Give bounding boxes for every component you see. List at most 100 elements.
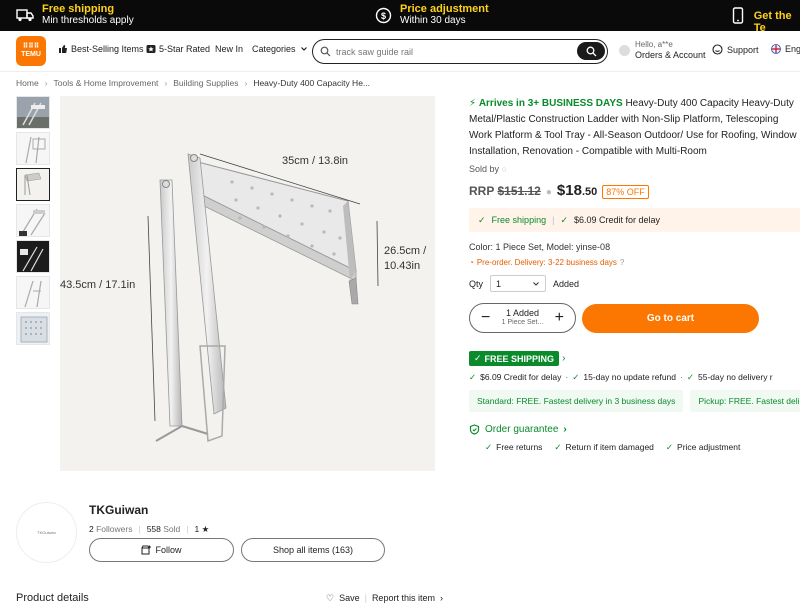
check-icon: ✓	[686, 372, 694, 382]
go-to-cart-button[interactable]: Go to cart	[582, 303, 759, 333]
check-icon: ✓	[572, 372, 580, 382]
check-icon: ✓	[560, 214, 568, 225]
lightning-icon: ⚡	[469, 98, 477, 109]
guarantee-label: Return if item damaged	[565, 442, 654, 452]
thumbnail[interactable]	[16, 276, 50, 309]
order-guarantee-label: Order guarantee	[485, 424, 559, 435]
stepper-variant: 1 Piece Set...	[501, 319, 544, 326]
orders-account-label: Orders & Account	[635, 50, 706, 60]
support-label: Support	[727, 44, 759, 55]
delivery-standard[interactable]: Standard: FREE. Fastest delivery in 3 bu…	[469, 390, 684, 412]
free-shipping-section[interactable]: ✓ FREE SHIPPING ›	[469, 351, 800, 366]
preorder-notice: ◔ Pre-order. Delivery: 3-22 business day…	[469, 258, 800, 267]
delivery-options: Standard: FREE. Fastest delivery in 3 bu…	[469, 390, 800, 412]
divider: |	[138, 524, 141, 534]
save-button[interactable]: Save	[339, 593, 360, 603]
check-icon: ✓	[469, 372, 477, 382]
promo-title: Free shipping	[42, 3, 115, 15]
smile-icon	[712, 44, 723, 55]
price-adjust-promo[interactable]: $ Price adjustment Within 30 days	[374, 3, 489, 27]
nav-label: Best-Selling Items	[71, 44, 144, 54]
language-selector[interactable]: Engli	[771, 44, 800, 54]
sold-by-label: Sold by	[469, 164, 500, 174]
product-details-heading[interactable]: Product details	[16, 592, 89, 603]
chevron-right-icon: ›	[563, 424, 567, 435]
sold-by: Sold by ○	[469, 164, 800, 174]
search-button[interactable]	[577, 42, 605, 60]
info-icon[interactable]: ●	[546, 187, 552, 198]
product-main-image[interactable]: 35cm / 13.8in 26.5cm / 10.43in 43.5cm / …	[60, 96, 435, 471]
breadcrumb-current: Heavy-Duty 400 Capacity He...	[253, 78, 371, 88]
shop-all-button[interactable]: Shop all items (163)	[241, 538, 385, 562]
dot-separator: ·	[680, 372, 683, 382]
delivery-pickup[interactable]: Pickup: FREE. Fastest deli	[690, 390, 800, 412]
nav-five-star[interactable]: 5-Star Rated	[146, 44, 210, 54]
nav-best-selling[interactable]: Best-Selling Items	[58, 44, 144, 54]
follow-label: Follow	[155, 545, 182, 555]
nav-categories[interactable]: Categories	[252, 44, 309, 54]
star-badge-icon	[146, 45, 156, 53]
dimension-label-length: 43.5cm / 17.1in	[60, 279, 136, 291]
thumbnail[interactable]	[16, 204, 50, 237]
guarantee-item: ✓ Return if item damaged	[554, 442, 653, 453]
thumbs-up-icon	[59, 45, 67, 53]
rrp-label: RRP	[469, 184, 495, 198]
check-icon: ✓	[485, 442, 493, 452]
discount-badge: 87% OFF	[602, 185, 649, 199]
thumbnail-selected[interactable]	[16, 168, 50, 201]
perk-item: 15-day no update refund	[583, 372, 677, 382]
thumbnail[interactable]	[16, 132, 50, 165]
sold-label: Sold	[163, 524, 181, 534]
price-cents: .50	[581, 186, 598, 198]
store-logo[interactable]: TKGuiwan	[16, 502, 77, 563]
free-shipping-label: Free shipping	[491, 215, 547, 225]
check-icon: ✓	[665, 442, 674, 452]
thumbnail[interactable]	[16, 96, 50, 129]
temu-logo[interactable]: ⠿⠿⠿ TEMU	[16, 36, 46, 66]
free-shipping-promo[interactable]: Free shipping Min thresholds apply	[16, 3, 134, 27]
added-label: Added	[553, 278, 580, 289]
flag-icon	[771, 44, 781, 54]
order-guarantee[interactable]: Order guarantee ›	[469, 424, 800, 435]
stepper-info: 1 Added 1 Piece Set...	[502, 308, 544, 328]
guarantee-item: ✓ Price adjustment	[666, 442, 740, 453]
store-name[interactable]: TKGuiwan	[89, 503, 148, 517]
report-item-link[interactable]: Report this item	[372, 593, 435, 603]
quantity-stepper: − 1 Added 1 Piece Set... +	[469, 303, 576, 333]
increase-button[interactable]: +	[555, 310, 564, 326]
preorder-text: Pre-order. Delivery: 3-22 business days	[476, 258, 617, 267]
breadcrumb: Home › Tools & Home Improvement › Buildi…	[16, 78, 370, 88]
follow-button[interactable]: Follow	[89, 538, 234, 562]
shipping-perks: ✓ $6.09 Credit for delay · ✓ 15-day no upd…	[469, 372, 800, 383]
promo-subtitle: Min thresholds apply	[42, 15, 134, 26]
decrease-button[interactable]: −	[481, 310, 490, 326]
site-header: ⠿⠿⠿ TEMU Best-Selling Items 5-Star Rated…	[0, 31, 800, 72]
heart-icon[interactable]: ♡	[326, 593, 334, 603]
shipping-credit-banner[interactable]: ✓ Free shipping | ✓ $6.09 Credit for del…	[469, 208, 800, 232]
breadcrumb-item[interactable]: Building Supplies	[173, 78, 238, 88]
cart-row: − 1 Added 1 Piece Set... + Go to cart	[469, 303, 800, 333]
breadcrumb-item[interactable]: Home	[16, 78, 39, 88]
quantity-select[interactable]: 1	[490, 275, 547, 292]
logo-text: TEMU	[21, 51, 41, 58]
breadcrumb-item[interactable]: Tools & Home Improvement	[54, 78, 159, 88]
support-link[interactable]: Support	[712, 44, 759, 55]
divider: |	[552, 215, 555, 225]
guarantee-label: Free returns	[496, 442, 543, 452]
search-bar	[312, 39, 608, 64]
chevron-down-icon	[533, 281, 539, 286]
get-app-promo[interactable]: Get the Te	[730, 6, 800, 34]
account-menu[interactable]: Hello, a**e Orders & Account	[619, 40, 706, 61]
search-input[interactable]	[336, 46, 566, 57]
chevron-right-icon: ›	[562, 353, 566, 364]
thumbnail[interactable]	[16, 312, 50, 345]
nav-new-in[interactable]: New In	[215, 44, 243, 54]
followers-label: Followers	[96, 524, 133, 534]
perk-item: $6.09 Credit for delay	[480, 372, 562, 382]
thumbnail[interactable]	[16, 240, 50, 273]
help-icon[interactable]: ?	[620, 258, 624, 267]
breadcrumb-separator: ›	[164, 78, 168, 88]
nav-label: 5-Star Rated	[159, 44, 211, 54]
followers-count: 2	[89, 524, 94, 534]
perk-item: 55-day no delivery r	[697, 372, 773, 382]
